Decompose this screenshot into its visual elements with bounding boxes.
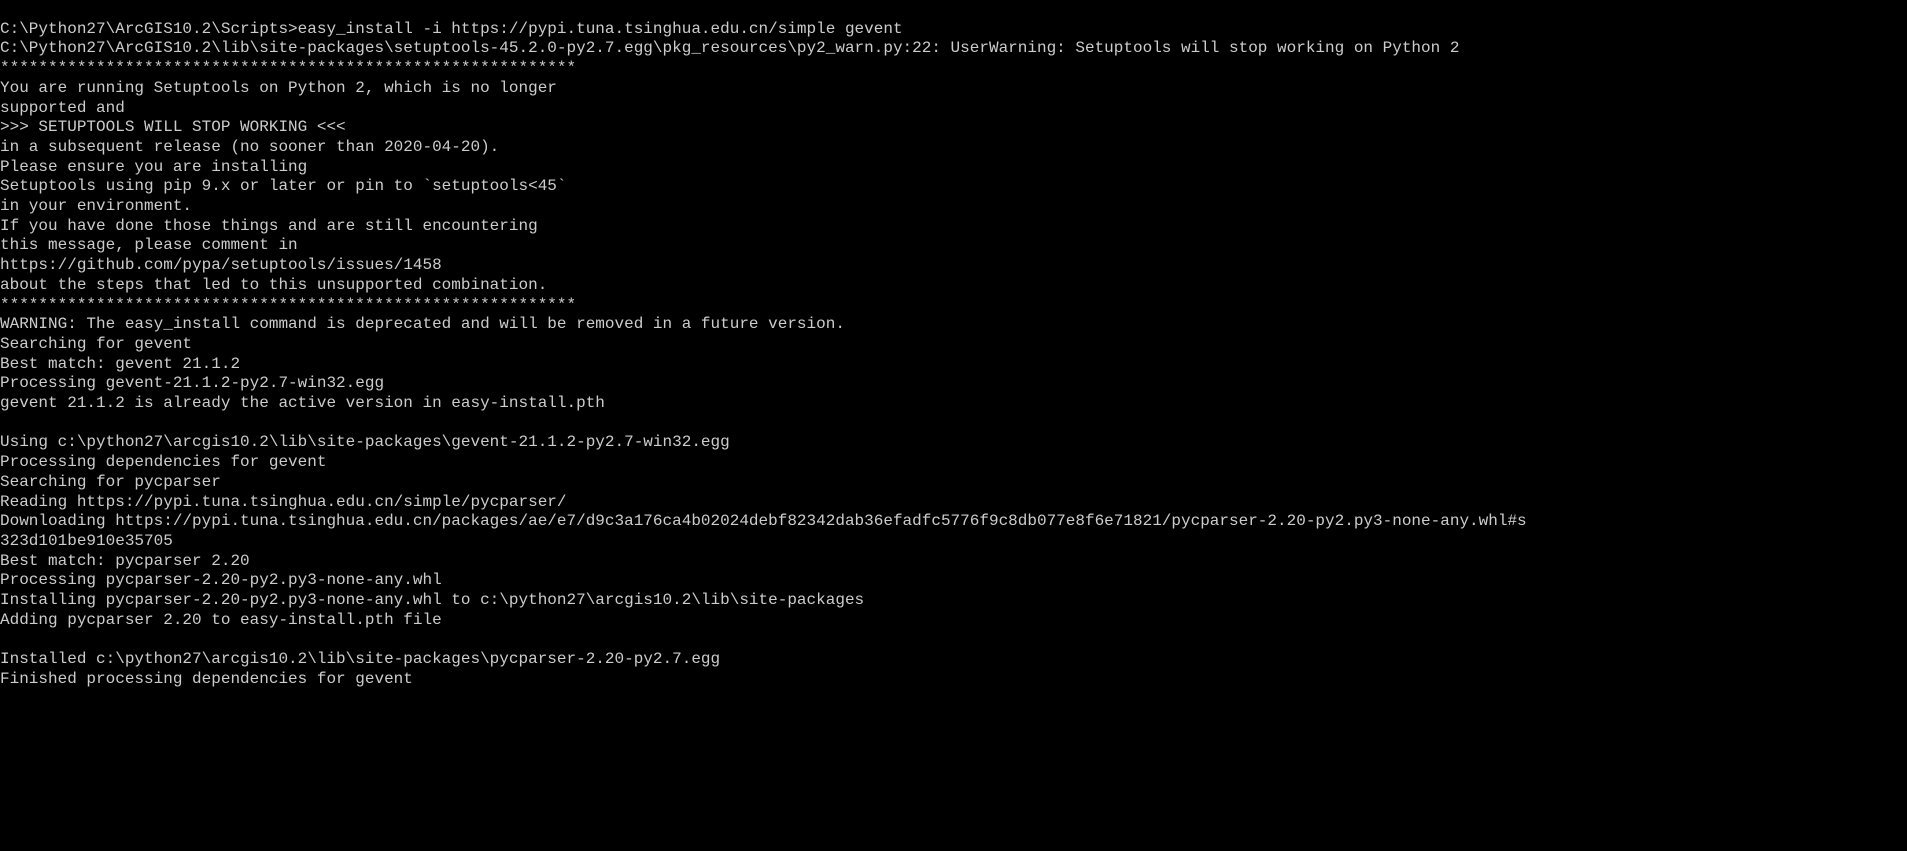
terminal-line: WARNING: The easy_install command is dep… <box>0 315 1907 335</box>
terminal-line <box>0 414 1907 434</box>
terminal-line: Reading https://pypi.tuna.tsinghua.edu.c… <box>0 493 1907 513</box>
terminal-line: Using c:\python27\arcgis10.2\lib\site-pa… <box>0 433 1907 453</box>
terminal-line: in a subsequent release (no sooner than … <box>0 138 1907 158</box>
terminal-line: Best match: gevent 21.1.2 <box>0 355 1907 375</box>
terminal-line: >>> SETUPTOOLS WILL STOP WORKING <<< <box>0 118 1907 138</box>
terminal-line: Finished processing dependencies for gev… <box>0 670 1907 690</box>
terminal-line: If you have done those things and are st… <box>0 217 1907 237</box>
terminal-line: ****************************************… <box>0 296 1907 316</box>
terminal-line: Please ensure you are installing <box>0 158 1907 178</box>
terminal-line: Downloading https://pypi.tuna.tsinghua.e… <box>0 512 1907 532</box>
terminal-line: this message, please comment in <box>0 236 1907 256</box>
terminal-line <box>0 0 1907 20</box>
terminal-line: https://github.com/pypa/setuptools/issue… <box>0 256 1907 276</box>
terminal-line: Processing pycparser-2.20-py2.py3-none-a… <box>0 571 1907 591</box>
terminal-line: in your environment. <box>0 197 1907 217</box>
terminal-line: gevent 21.1.2 is already the active vers… <box>0 394 1907 414</box>
terminal-line: Installed c:\python27\arcgis10.2\lib\sit… <box>0 650 1907 670</box>
terminal-line: Setuptools using pip 9.x or later or pin… <box>0 177 1907 197</box>
terminal-line: C:\Python27\ArcGIS10.2\lib\site-packages… <box>0 39 1907 59</box>
terminal-line: 323d101be910e35705 <box>0 532 1907 552</box>
terminal-line: C:\Python27\ArcGIS10.2\Scripts>easy_inst… <box>0 20 1907 40</box>
terminal-line: supported and <box>0 99 1907 119</box>
terminal-line: Processing gevent-21.1.2-py2.7-win32.egg <box>0 374 1907 394</box>
terminal-line: ****************************************… <box>0 59 1907 79</box>
terminal-line <box>0 631 1907 651</box>
terminal-line: Best match: pycparser 2.20 <box>0 552 1907 572</box>
terminal-line: Searching for gevent <box>0 335 1907 355</box>
terminal-output[interactable]: C:\Python27\ArcGIS10.2\Scripts>easy_inst… <box>0 0 1907 690</box>
terminal-line: Adding pycparser 2.20 to easy-install.pt… <box>0 611 1907 631</box>
terminal-line: about the steps that led to this unsuppo… <box>0 276 1907 296</box>
terminal-line: You are running Setuptools on Python 2, … <box>0 79 1907 99</box>
terminal-line: Installing pycparser-2.20-py2.py3-none-a… <box>0 591 1907 611</box>
terminal-line: Searching for pycparser <box>0 473 1907 493</box>
terminal-line: Processing dependencies for gevent <box>0 453 1907 473</box>
